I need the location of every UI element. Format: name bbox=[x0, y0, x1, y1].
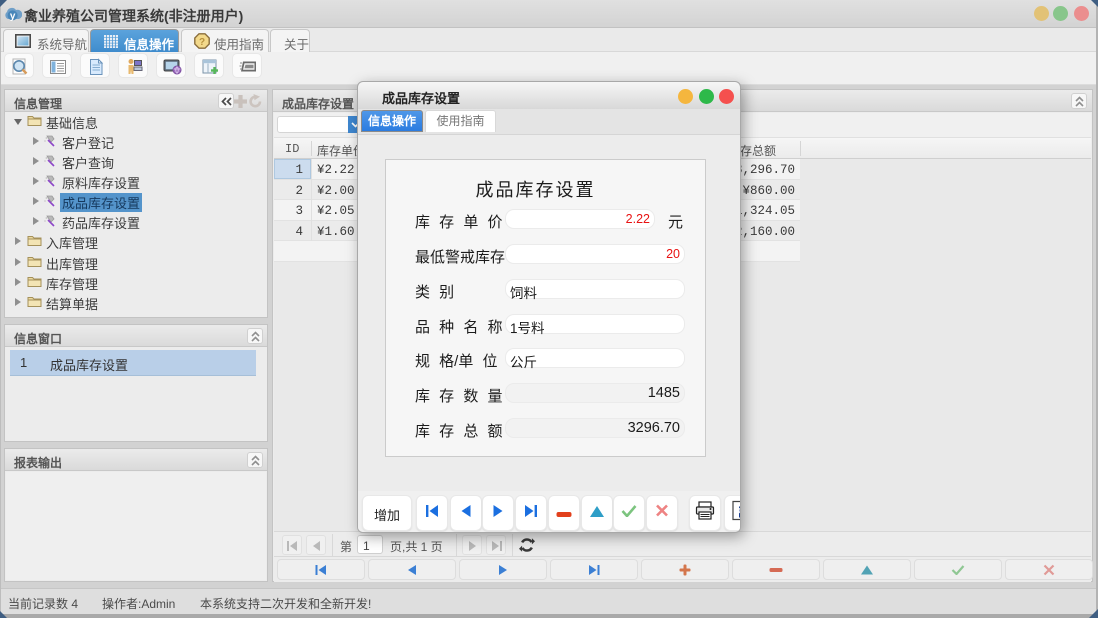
svg-text:?: ? bbox=[199, 37, 205, 48]
svg-text:y: y bbox=[10, 11, 16, 22]
